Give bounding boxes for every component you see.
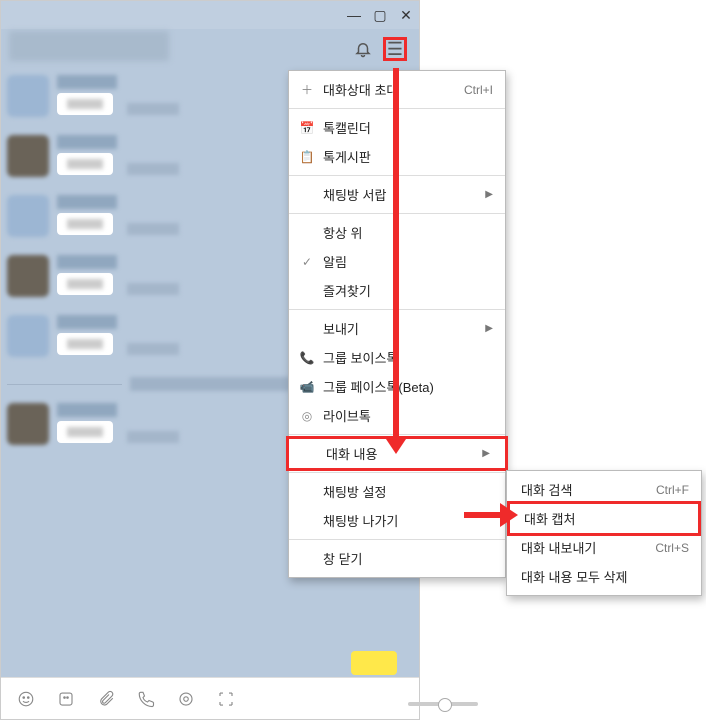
chevron-right-icon: ▶ — [485, 323, 493, 334]
maximize-button[interactable]: ▢ — [371, 7, 389, 24]
chat-title — [9, 31, 169, 61]
own-message-bubble — [351, 651, 397, 675]
menu-item-icon: 📋 — [299, 149, 315, 165]
annotation-arrow-down — [393, 68, 399, 438]
menu-item-shortcut: Ctrl+I — [464, 83, 493, 97]
avatar — [7, 255, 49, 297]
menu-item-icon — [302, 446, 318, 462]
window-titlebar: — ▢ ✕ — [1, 1, 419, 29]
menu-item-label: 라이브톡 — [323, 406, 493, 425]
menu-item-icon — [299, 187, 315, 203]
sender-name — [57, 255, 117, 269]
submenu-item-label: 대화 캡처 — [524, 509, 686, 528]
sender-name — [57, 403, 117, 417]
message-bubble — [57, 333, 113, 355]
avatar — [7, 403, 49, 445]
timestamp — [127, 163, 179, 175]
timestamp — [127, 431, 179, 443]
submenu-item-shortcut: Ctrl+S — [655, 541, 689, 555]
chat-header: ☰ — [1, 29, 419, 69]
menu-item-label: 항상 위 — [323, 223, 493, 242]
menu-item-icon — [299, 513, 315, 529]
chevron-right-icon: ▶ — [482, 448, 490, 459]
timestamp — [127, 343, 179, 355]
menu-item-label: 보내기 — [323, 319, 477, 338]
menu-item-icon: 📹 — [299, 379, 315, 395]
menu-item-icon — [299, 484, 315, 500]
emoji-icon[interactable] — [17, 690, 35, 708]
sender-name — [57, 75, 117, 89]
submenu-item-label: 대화 내보내기 — [521, 538, 647, 557]
menu-item-label: 그룹 보이스톡 — [323, 348, 493, 367]
avatar — [7, 195, 49, 237]
message-bubble — [57, 273, 113, 295]
menu-item-label: 창 닫기 — [323, 549, 493, 568]
submenu-item-1[interactable]: 대화 캡처 — [507, 501, 701, 536]
menu-item-icon: ＋ — [299, 82, 315, 98]
menu-item-label: 톡게시판 — [323, 147, 493, 166]
hamburger-menu-button[interactable]: ☰ — [383, 37, 407, 61]
zoom-slider[interactable] — [408, 702, 478, 706]
menu-item-label: 그룹 페이스톡(Beta) — [323, 377, 493, 396]
menu-item-icon — [299, 551, 315, 567]
minimize-button[interactable]: — — [345, 7, 363, 23]
submenu-item-shortcut: Ctrl+F — [656, 483, 689, 497]
menu-item-icon: 📅 — [299, 120, 315, 136]
sender-name — [57, 135, 117, 149]
capture-icon[interactable] — [217, 690, 235, 708]
menu-separator — [289, 472, 505, 473]
menu-item-label: 알림 — [323, 252, 493, 271]
message-bubble — [57, 93, 113, 115]
chevron-right-icon: ▶ — [485, 189, 493, 200]
submenu-item-label: 대화 검색 — [521, 480, 648, 499]
call-icon[interactable] — [137, 690, 155, 708]
submenu-item-label: 대화 내용 모두 삭제 — [521, 567, 689, 586]
timestamp — [127, 283, 179, 295]
menu-item-icon: ✓ — [299, 254, 315, 270]
timestamp — [127, 223, 179, 235]
sender-name — [57, 315, 117, 329]
menu-item-icon: ◎ — [299, 408, 315, 424]
menu-item-label: 대화상대 초대 — [323, 80, 456, 99]
message-bubble — [57, 213, 113, 235]
menu-item-18[interactable]: 채팅방 설정 — [289, 477, 505, 506]
sticker-icon[interactable] — [57, 690, 75, 708]
menu-item-icon — [299, 283, 315, 299]
menu-item-21[interactable]: 창 닫기 — [289, 544, 505, 573]
input-toolbar — [1, 677, 419, 719]
avatar — [7, 75, 49, 117]
timestamp — [127, 103, 179, 115]
chat-content-submenu: 대화 검색 Ctrl+F 대화 캡처대화 내보내기 Ctrl+S 대화 내용 모두 삭제 — [506, 470, 702, 596]
menu-item-label: 즐겨찾기 — [323, 281, 493, 300]
attach-icon[interactable] — [97, 690, 115, 708]
menu-item-label: 채팅방 서랍 — [323, 185, 477, 204]
menu-item-label: 채팅방 설정 — [323, 482, 493, 501]
submenu-item-0[interactable]: 대화 검색 Ctrl+F — [507, 475, 701, 504]
live-icon[interactable] — [177, 690, 195, 708]
message-bubble — [57, 153, 113, 175]
annotation-arrow-right — [464, 512, 502, 518]
menu-item-label: 톡캘린더 — [323, 118, 493, 137]
menu-item-19[interactable]: 채팅방 나가기 — [289, 506, 505, 535]
message-bubble — [57, 421, 113, 443]
avatar — [7, 135, 49, 177]
menu-item-icon — [299, 225, 315, 241]
sender-name — [57, 195, 117, 209]
close-button[interactable]: ✕ — [397, 7, 415, 24]
menu-separator — [289, 539, 505, 540]
avatar — [7, 315, 49, 357]
menu-item-icon — [299, 321, 315, 337]
menu-item-icon: 📞 — [299, 350, 315, 366]
submenu-item-2[interactable]: 대화 내보내기 Ctrl+S — [507, 533, 701, 562]
bell-icon[interactable] — [353, 39, 373, 59]
submenu-item-3[interactable]: 대화 내용 모두 삭제 — [507, 562, 701, 591]
